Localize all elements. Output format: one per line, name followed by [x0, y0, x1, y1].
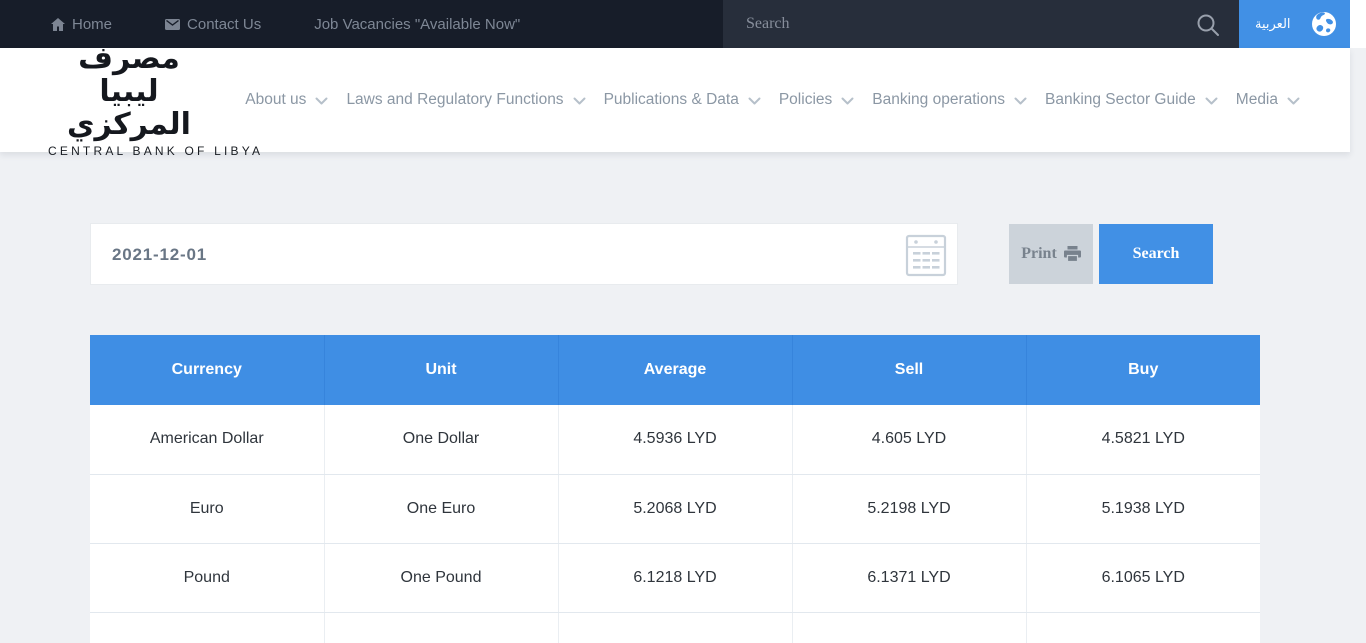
home-icon: [51, 18, 65, 31]
table-cell: 4.605 LYD: [792, 405, 1026, 474]
column-header-average: Average: [558, 335, 792, 405]
table-cell: 6.1371 LYD: [792, 543, 1026, 612]
table-cell: American Dollar: [90, 405, 324, 474]
chevron-down-icon: [748, 97, 761, 106]
printer-icon: [1064, 246, 1081, 262]
topbar: Home Contact Us Job Vacancies "Available…: [0, 0, 1350, 48]
nav-item-label: About us: [245, 91, 306, 109]
nav-item-laws-and-regulatory-functions[interactable]: Laws and Regulatory Functions: [346, 91, 585, 109]
chevron-down-icon: [315, 97, 328, 106]
contact-us-label: Contact Us: [187, 16, 261, 33]
rates-search-button[interactable]: Search: [1099, 224, 1213, 284]
nav-item-label: Laws and Regulatory Functions: [346, 91, 563, 109]
chevron-down-icon: [1205, 97, 1218, 106]
site-header: مصرف ليبيا المركزي CENTRAL BANK OF LIBYA…: [0, 48, 1350, 152]
table-cell: 4.5821 LYD: [1026, 405, 1260, 474]
column-header-sell: Sell: [792, 335, 1026, 405]
page: Home Contact Us Job Vacancies "Available…: [0, 0, 1366, 643]
table-cell: 5.2198 LYD: [792, 474, 1026, 543]
globe-icon: [1311, 11, 1337, 42]
table-cell: Euro: [90, 474, 324, 543]
column-header-unit: Unit: [324, 335, 558, 405]
nav-item-publications-data[interactable]: Publications & Data: [604, 91, 761, 109]
print-button[interactable]: Print: [1009, 224, 1093, 284]
nav-item-label: Publications & Data: [604, 91, 739, 109]
table-cell: Pound: [90, 543, 324, 612]
table-body: American DollarOne Dollar4.5936 LYD4.605…: [90, 405, 1260, 643]
search-input[interactable]: [723, 0, 1183, 48]
logo-english-text: CENTRAL BANK OF LIBYA: [48, 144, 210, 158]
nav-item-media[interactable]: Media: [1236, 91, 1300, 109]
date-value: 2021-12-01: [112, 245, 207, 265]
table-cell: 6.1065 LYD: [1026, 543, 1260, 612]
table-row: PoundOne Pound6.1218 LYD6.1371 LYD6.1065…: [90, 543, 1260, 612]
chevron-down-icon: [1014, 97, 1027, 106]
envelope-icon: [165, 19, 180, 30]
search-submit-button[interactable]: [1195, 12, 1221, 38]
language-switcher[interactable]: العربية: [1239, 0, 1350, 48]
nav-item-label: Policies: [779, 91, 832, 109]
table-header-row: CurrencyUnitAverageSellBuy: [90, 335, 1260, 405]
table-cell: [1026, 612, 1260, 643]
nav-item-label: Banking Sector Guide: [1045, 91, 1196, 109]
nav-item-banking-sector-guide[interactable]: Banking Sector Guide: [1045, 91, 1218, 109]
logo[interactable]: مصرف ليبيا المركزي CENTRAL BANK OF LIBYA: [48, 42, 210, 158]
job-vacancies-label: Job Vacancies "Available Now": [314, 16, 520, 33]
table-cell: 4.5936 LYD: [558, 405, 792, 474]
logo-arabic-text: مصرف ليبيا المركزي: [48, 42, 210, 141]
topbar-right-gap: [1350, 0, 1366, 48]
contact-us-link[interactable]: Contact Us: [165, 16, 261, 33]
table-cell: [792, 612, 1026, 643]
job-vacancies-link[interactable]: Job Vacancies "Available Now": [314, 16, 520, 33]
search-icon: [1196, 13, 1220, 37]
chevron-down-icon: [573, 97, 586, 106]
column-header-buy: Buy: [1026, 335, 1260, 405]
date-input[interactable]: 2021-12-01: [90, 223, 958, 285]
table-cell: [90, 612, 324, 643]
language-label: العربية: [1255, 17, 1291, 32]
topbar-search: [723, 0, 1239, 48]
home-link[interactable]: Home: [51, 16, 112, 33]
home-label: Home: [72, 16, 112, 33]
nav-item-label: Media: [1236, 91, 1278, 109]
table-cell: One Pound: [324, 543, 558, 612]
nav-item-label: Banking operations: [872, 91, 1005, 109]
column-header-currency: Currency: [90, 335, 324, 405]
table-cell: 5.2068 LYD: [558, 474, 792, 543]
table-cell: [558, 612, 792, 643]
table-cell: 6.1218 LYD: [558, 543, 792, 612]
chevron-down-icon: [841, 97, 854, 106]
table-cell: 5.1938 LYD: [1026, 474, 1260, 543]
nav-item-about-us[interactable]: About us: [245, 91, 328, 109]
table-row: American DollarOne Dollar4.5936 LYD4.605…: [90, 405, 1260, 474]
table-cell: One Dollar: [324, 405, 558, 474]
table-cell: One Euro: [324, 474, 558, 543]
table-row: EuroOne Euro5.2068 LYD5.2198 LYD5.1938 L…: [90, 474, 1260, 543]
main-nav: About us Laws and Regulatory Functions Pub…: [227, 91, 1300, 109]
chevron-down-icon: [1287, 97, 1300, 106]
rates-table: CurrencyUnitAverageSellBuy American Doll…: [90, 335, 1260, 643]
calendar-icon: [905, 233, 947, 282]
nav-item-policies[interactable]: Policies: [779, 91, 854, 109]
print-label: Print: [1021, 245, 1057, 263]
table-cell: [324, 612, 558, 643]
nav-item-banking-operations[interactable]: Banking operations: [872, 91, 1027, 109]
table-row: [90, 612, 1260, 643]
